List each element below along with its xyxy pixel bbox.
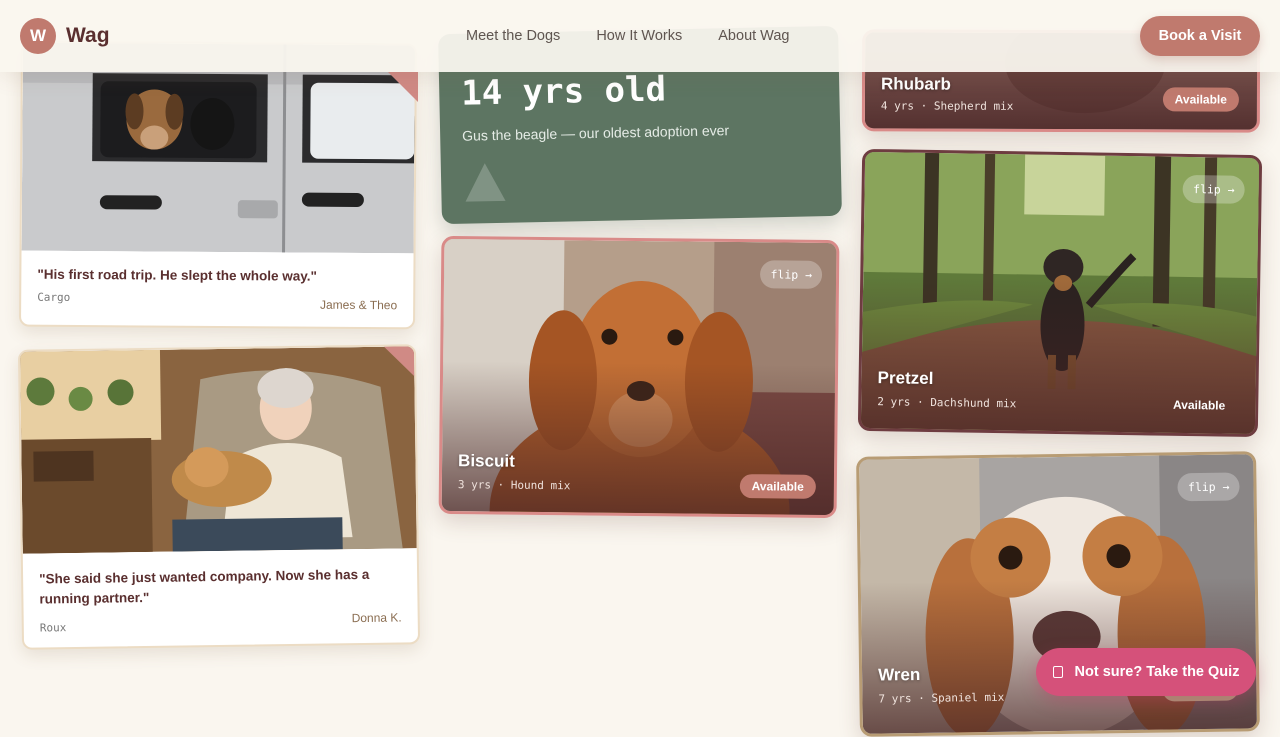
stat-headline: 14 yrs old <box>460 69 667 114</box>
main-nav: Meet the Dogs How It Works About Wag <box>466 28 825 44</box>
dog-name: Rhubarb <box>880 74 951 94</box>
dog-meta: 3 yrs · Hound mix <box>457 478 571 493</box>
testimonial-quote: "His first road trip. He slept the whole… <box>37 266 318 284</box>
dog-card-biscuit[interactable]: flip → Biscuit 3 yrs · Hound mix Availab… <box>438 235 840 519</box>
testimonial-dog-name: Roux <box>39 621 67 635</box>
flip-button[interactable]: flip → <box>1177 472 1240 502</box>
triangle-decoration <box>464 162 506 202</box>
dog-name: Pretzel <box>877 368 934 389</box>
testimonial-author: Donna K. <box>351 610 402 626</box>
nav-about-wag[interactable]: About Wag <box>718 28 789 44</box>
dog-meta: 4 yrs · Shepherd mix <box>880 99 1014 113</box>
testimonial-author: James & Theo <box>319 297 398 313</box>
status-badge: Available <box>1172 397 1226 413</box>
dog-meta: 7 yrs · Spaniel mix <box>878 690 1005 706</box>
nav-meet-the-dogs[interactable]: Meet the Dogs <box>466 28 560 44</box>
brand-name[interactable]: Wag <box>66 24 110 48</box>
status-badge: Available <box>739 474 816 499</box>
corner-fold <box>383 346 415 377</box>
dog-card-pretzel[interactable]: flip → Pretzel 2 yrs · Dachshund mix Ava… <box>857 148 1263 438</box>
status-badge: Available <box>1162 87 1239 112</box>
nav-how-it-works[interactable]: How It Works <box>596 28 682 44</box>
flip-button[interactable]: flip → <box>760 260 823 289</box>
testimonial-dog-name: Cargo <box>37 290 71 304</box>
book-a-visit-button[interactable]: Book a Visit <box>1140 16 1260 56</box>
testimonial-card-roux[interactable]: "She said she just wanted company. Now s… <box>17 344 421 650</box>
testimonial-card-cargo[interactable]: "His first road trip. He slept the whole… <box>19 40 417 330</box>
dog-meta: 2 yrs · Dachshund mix <box>877 395 1017 411</box>
take-the-quiz-button[interactable]: Not sure? Take the Quiz <box>1036 648 1256 696</box>
flip-button[interactable]: flip → <box>1182 174 1245 204</box>
logo-badge[interactable]: W <box>20 18 56 54</box>
van-photo <box>21 42 415 254</box>
quiz-label: Not sure? Take the Quiz <box>1074 664 1240 680</box>
armchair-photo <box>19 346 417 554</box>
dog-name: Wren <box>877 664 921 685</box>
corner-fold <box>388 72 418 102</box>
quiz-icon <box>1052 666 1063 678</box>
site-header: W Wag Meet the Dogs How It Works About W… <box>0 0 1280 72</box>
dog-name: Biscuit <box>458 451 515 471</box>
testimonial-quote: "She said she just wanted company. Now s… <box>39 566 370 607</box>
stat-caption: Gus the beagle — our oldest adoption eve… <box>462 122 730 144</box>
